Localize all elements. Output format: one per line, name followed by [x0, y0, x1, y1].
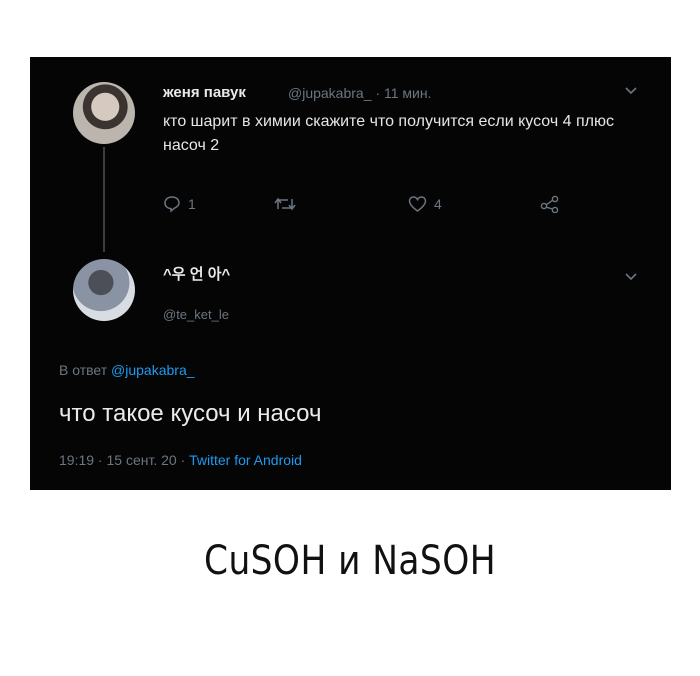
retweet-icon — [274, 197, 296, 211]
source-link[interactable]: Twitter for Android — [189, 452, 302, 468]
reply-count: 1 — [188, 196, 196, 212]
tweet-time[interactable]: 11 мин. — [384, 85, 432, 101]
chevron-down-icon[interactable] — [624, 83, 638, 99]
reply-author-handle[interactable]: @te_ket_le — [163, 307, 229, 322]
author-handle[interactable]: @jupakabra_ — [288, 85, 372, 101]
avatar[interactable] — [73, 259, 135, 321]
like-action[interactable]: 4 — [408, 195, 442, 213]
reply-icon — [164, 196, 180, 213]
like-icon — [408, 196, 427, 212]
chevron-down-icon[interactable] — [624, 269, 638, 285]
reply-author-name[interactable]: ^우 언 아^ — [163, 263, 230, 284]
reply-prefix: В ответ — [59, 362, 108, 378]
reply-text: что такое кусоч и насоч — [59, 400, 322, 427]
reply-context: В ответ @jupakabra_ — [59, 362, 195, 378]
reply-to-link[interactable]: @jupakabra_ — [111, 362, 195, 378]
author-name[interactable]: женя павук — [163, 84, 246, 101]
thread-connector-line — [103, 147, 105, 252]
share-action[interactable] — [540, 195, 560, 213]
tweet-meta: 19:19 · 15 сент. 20 · Twitter for Androi… — [59, 452, 302, 468]
reply-action[interactable]: 1 — [163, 195, 196, 213]
tweet-text: кто шарит в химии скажите что получится … — [163, 113, 614, 154]
caption: CuSOH и NaSOH — [203, 538, 496, 584]
author-handle-time[interactable]: @jupakabra_ · 11 мин. — [288, 85, 431, 101]
separator: · — [375, 85, 384, 101]
avatar[interactable] — [73, 82, 135, 144]
timestamp[interactable]: 19:19 · 15 сент. 20 · — [59, 452, 185, 468]
retweet-action[interactable] — [274, 195, 296, 213]
tweet-screenshot: женя павук @jupakabra_ · 11 мин. кто шар… — [30, 57, 671, 490]
share-icon — [540, 195, 559, 213]
like-count: 4 — [434, 196, 442, 212]
